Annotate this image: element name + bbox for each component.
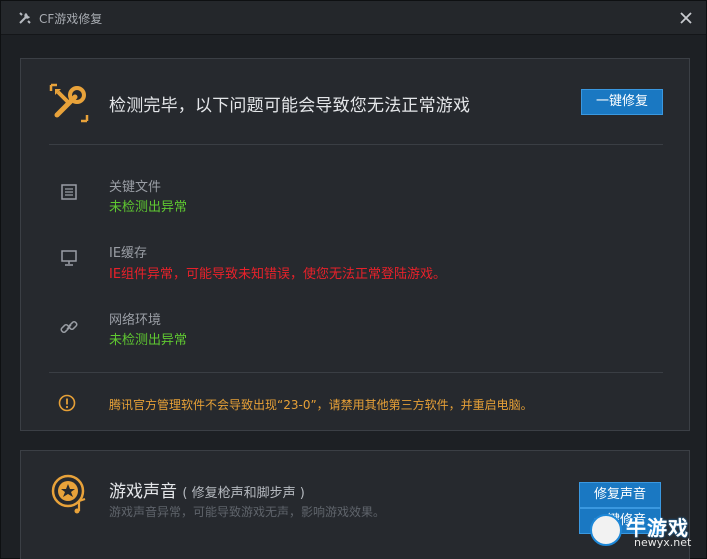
sound-title: 游戏声音 ( 修复枪声和脚步声 ) xyxy=(109,477,305,502)
close-icon[interactable] xyxy=(676,8,696,28)
sound-description: 游戏声音异常，可能导致游戏无声，影响游戏效果。 xyxy=(109,505,386,519)
item-name-key-files: 关键文件 xyxy=(109,180,162,195)
item-name-ie-cache: IE缓存 xyxy=(109,246,148,261)
app-window: CF游戏修复 检测完毕，以下问题可能会导致您无法正常游戏 一键修复 关键文件 未… xyxy=(0,0,707,559)
item-status-ie-cache: IE组件异常，可能导致未知错误，使您无法正常登陆游戏。 xyxy=(109,267,447,282)
fix-sound-button[interactable]: 修复声音 xyxy=(579,482,661,508)
repair-tools-icon xyxy=(49,83,89,123)
wrench-app-icon xyxy=(19,12,31,24)
item-name-network: 网络环境 xyxy=(109,313,162,328)
watermark-url: newyx.net xyxy=(634,536,692,549)
warning-message: 腾讯官方管理软件不会导致出现“23-0”，请禁用其他第三方软件，并重启电脑。 xyxy=(109,398,533,412)
title-bar: CF游戏修复 xyxy=(1,1,706,35)
divider xyxy=(49,144,663,145)
scan-result-panel: 检测完毕，以下问题可能会导致您无法正常游戏 一键修复 关键文件 未检测出异常 I… xyxy=(20,58,690,431)
sound-repair-icon xyxy=(51,474,86,514)
item-status-network: 未检测出异常 xyxy=(109,333,188,348)
warning-icon xyxy=(58,394,76,412)
window-title: CF游戏修复 xyxy=(39,12,103,26)
sound-subtitle: ( 修复枪声和脚步声 ) xyxy=(182,486,305,501)
item-status-key-files: 未检测出异常 xyxy=(109,200,188,215)
monitor-icon xyxy=(61,250,77,266)
watermark-logo: 牛游戏 newyx.net xyxy=(588,512,700,552)
sound-title-text: 游戏声音 xyxy=(109,482,177,502)
file-icon xyxy=(61,184,77,200)
divider xyxy=(49,372,663,373)
watermark-mascot-icon xyxy=(590,514,622,546)
fix-all-button[interactable]: 一键修复 xyxy=(581,89,663,115)
link-icon xyxy=(60,320,78,334)
scan-result-title: 检测完毕，以下问题可能会导致您无法正常游戏 xyxy=(109,96,471,116)
